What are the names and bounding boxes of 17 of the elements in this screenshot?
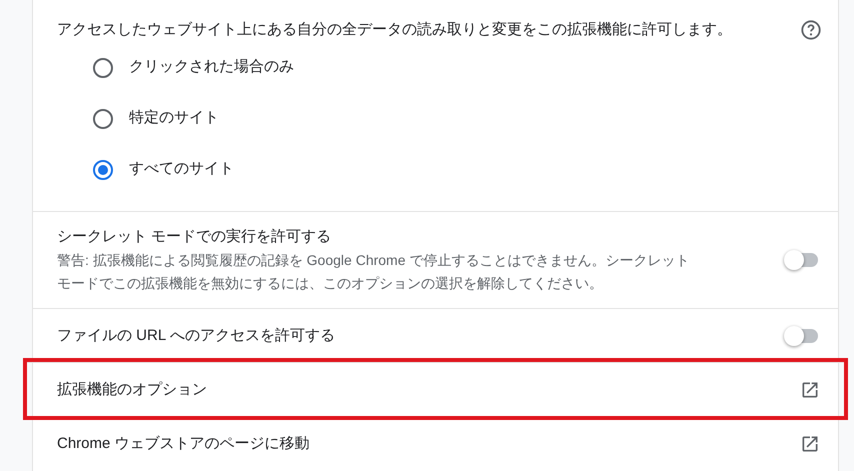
- row-title: ファイルの URL へのアクセスを許可する: [57, 326, 335, 346]
- external-link-icon[interactable]: [800, 434, 820, 454]
- toggle-switch[interactable]: [784, 250, 820, 270]
- radio-button[interactable]: [93, 108, 113, 128]
- radio-button[interactable]: [93, 58, 113, 78]
- site-access-label: アクセスしたウェブサイト上にある自分の全データの読み取りと変更をこの拡張機能に許可します。: [57, 20, 732, 40]
- radio-label[interactable]: クリックされた場合のみ: [129, 56, 294, 79]
- row-title: シークレット モードでの実行を許可する: [57, 227, 332, 247]
- radio-label[interactable]: すべてのサイト: [129, 158, 234, 181]
- radio-label[interactable]: 特定のサイト: [129, 107, 219, 130]
- row-title: Chrome ウェブストアのページに移動: [57, 434, 310, 454]
- radio-button[interactable]: [93, 160, 113, 180]
- external-link-icon[interactable]: [800, 380, 820, 400]
- row-description: 警告: 拡張機能による閲覧履歴の記録を Google Chrome で停止することはできません。シークレットモードでこの拡張機能を無効にするには、このオプションの選択を解除してください。: [57, 251, 690, 293]
- row-title: 拡張機能のオプション: [57, 380, 207, 400]
- toggle-switch[interactable]: [784, 326, 820, 346]
- help-icon[interactable]: [800, 19, 822, 41]
